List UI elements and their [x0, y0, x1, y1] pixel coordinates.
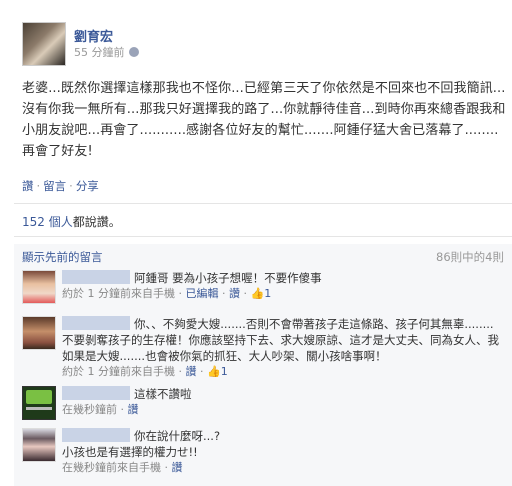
- post-header: 劉育宏 55 分鐘前: [22, 22, 502, 66]
- comment-like-link[interactable]: 讚: [186, 365, 197, 378]
- logo-icon: [26, 390, 52, 404]
- comment-text-line-2: 小孩也是有選擇的權力せ!!: [62, 445, 198, 459]
- commenter-avatar[interactable]: [22, 386, 56, 420]
- comment-text-block: 你、、不夠愛大嫂.......否則不會帶著孩子走這條路、孩子何其無辜......…: [62, 316, 502, 380]
- comment-count: 86則中的4則: [436, 250, 504, 264]
- commenter-name[interactable]: [62, 316, 130, 330]
- post-actions: 讚 · 留言 · 分享: [22, 178, 99, 194]
- post-timestamp[interactable]: 55 分鐘前: [74, 44, 139, 60]
- comment-item: 這樣不讚啦 在幾秒鐘前 · 讚: [22, 386, 502, 422]
- comment-meta: 約於 1 分鐘前來自手機 · 已編輯 · 讚 · 👍1: [62, 286, 272, 302]
- comment-time[interactable]: 在幾秒鐘前來自手機: [62, 461, 161, 474]
- author-name[interactable]: 劉育宏: [74, 26, 113, 45]
- comment-text-block: 阿鍾哥 要為小孩子想喔！不要作傻事 約於 1 分鐘前來自手機 · 已編輯 · 讚…: [62, 270, 502, 302]
- likes-count[interactable]: 152 個人: [22, 215, 73, 229]
- separator: ·: [36, 179, 41, 193]
- comment-item: 你在說什麼呀...? 小孩也是有選擇的權力せ!! 在幾秒鐘前來自手機 · 讚: [22, 428, 502, 480]
- comment-text: 這樣不讚啦: [134, 387, 192, 401]
- likes-summary: 152 個人都說讚。: [22, 213, 121, 230]
- comment-meta: 在幾秒鐘前 · 讚: [62, 403, 139, 416]
- author-avatar[interactable]: [22, 22, 66, 66]
- comment-text: 阿鍾哥 要為小孩子想喔！不要作傻事: [134, 271, 322, 285]
- comment-like-link[interactable]: 讚: [229, 287, 240, 300]
- thumbs-up-icon[interactable]: 👍: [251, 286, 265, 302]
- comment-like-link[interactable]: 讚: [172, 461, 183, 474]
- commenter-name[interactable]: [62, 270, 130, 284]
- show-previous-comments[interactable]: 顯示先前的留言: [22, 249, 103, 265]
- comment-like-count[interactable]: 1: [264, 287, 271, 300]
- separator: ·: [69, 179, 73, 193]
- comment-like-link[interactable]: 讚: [128, 403, 139, 416]
- divider: [14, 236, 512, 237]
- comment-time[interactable]: 約於 1 分鐘前來自手機: [62, 365, 175, 378]
- comment-like-count[interactable]: 1: [221, 365, 228, 378]
- edited-label[interactable]: 已編輯: [186, 287, 219, 300]
- share-link[interactable]: 分享: [76, 179, 99, 193]
- comment-time[interactable]: 在幾秒鐘前: [62, 403, 117, 416]
- comment-time[interactable]: 約於 1 分鐘前來自手機: [62, 287, 175, 300]
- logo-text-line: [26, 407, 52, 410]
- comment-item: 阿鍾哥 要為小孩子想喔！不要作傻事 約於 1 分鐘前來自手機 · 已編輯 · 讚…: [22, 270, 502, 310]
- like-link[interactable]: 讚: [22, 179, 34, 193]
- post-time-text[interactable]: 55 分鐘前: [74, 46, 125, 59]
- commenter-avatar[interactable]: [22, 270, 56, 304]
- comment-meta: 在幾秒鐘前來自手機 · 讚: [62, 461, 183, 474]
- commenter-name[interactable]: [62, 428, 130, 442]
- globe-icon: [128, 47, 139, 57]
- comment-meta: 約於 1 分鐘前來自手機 · 讚 · 👍1: [62, 364, 228, 380]
- commenter-avatar[interactable]: [22, 316, 56, 350]
- thumbs-up-icon[interactable]: 👍: [207, 364, 221, 380]
- post-body: 老婆...既然你選擇這樣那我也不怪你...已經第三天了你依然是不回來也不回我簡訊…: [22, 81, 506, 159]
- commenter-avatar[interactable]: [22, 428, 56, 462]
- comment-item: 你、、不夠愛大嫂.......否則不會帶著孩子走這條路、孩子何其無辜......…: [22, 316, 502, 378]
- comment-text-block: 你在說什麼呀...? 小孩也是有選擇的權力せ!! 在幾秒鐘前來自手機 · 讚: [62, 428, 502, 476]
- comment-text: 你在說什麼呀...?: [134, 429, 221, 443]
- likes-suffix: 都說讚。: [72, 215, 121, 229]
- divider: [14, 203, 512, 204]
- commenter-name[interactable]: [62, 386, 130, 400]
- comment-link[interactable]: 留言: [43, 179, 66, 193]
- comment-text-block: 這樣不讚啦 在幾秒鐘前 · 讚: [62, 386, 502, 418]
